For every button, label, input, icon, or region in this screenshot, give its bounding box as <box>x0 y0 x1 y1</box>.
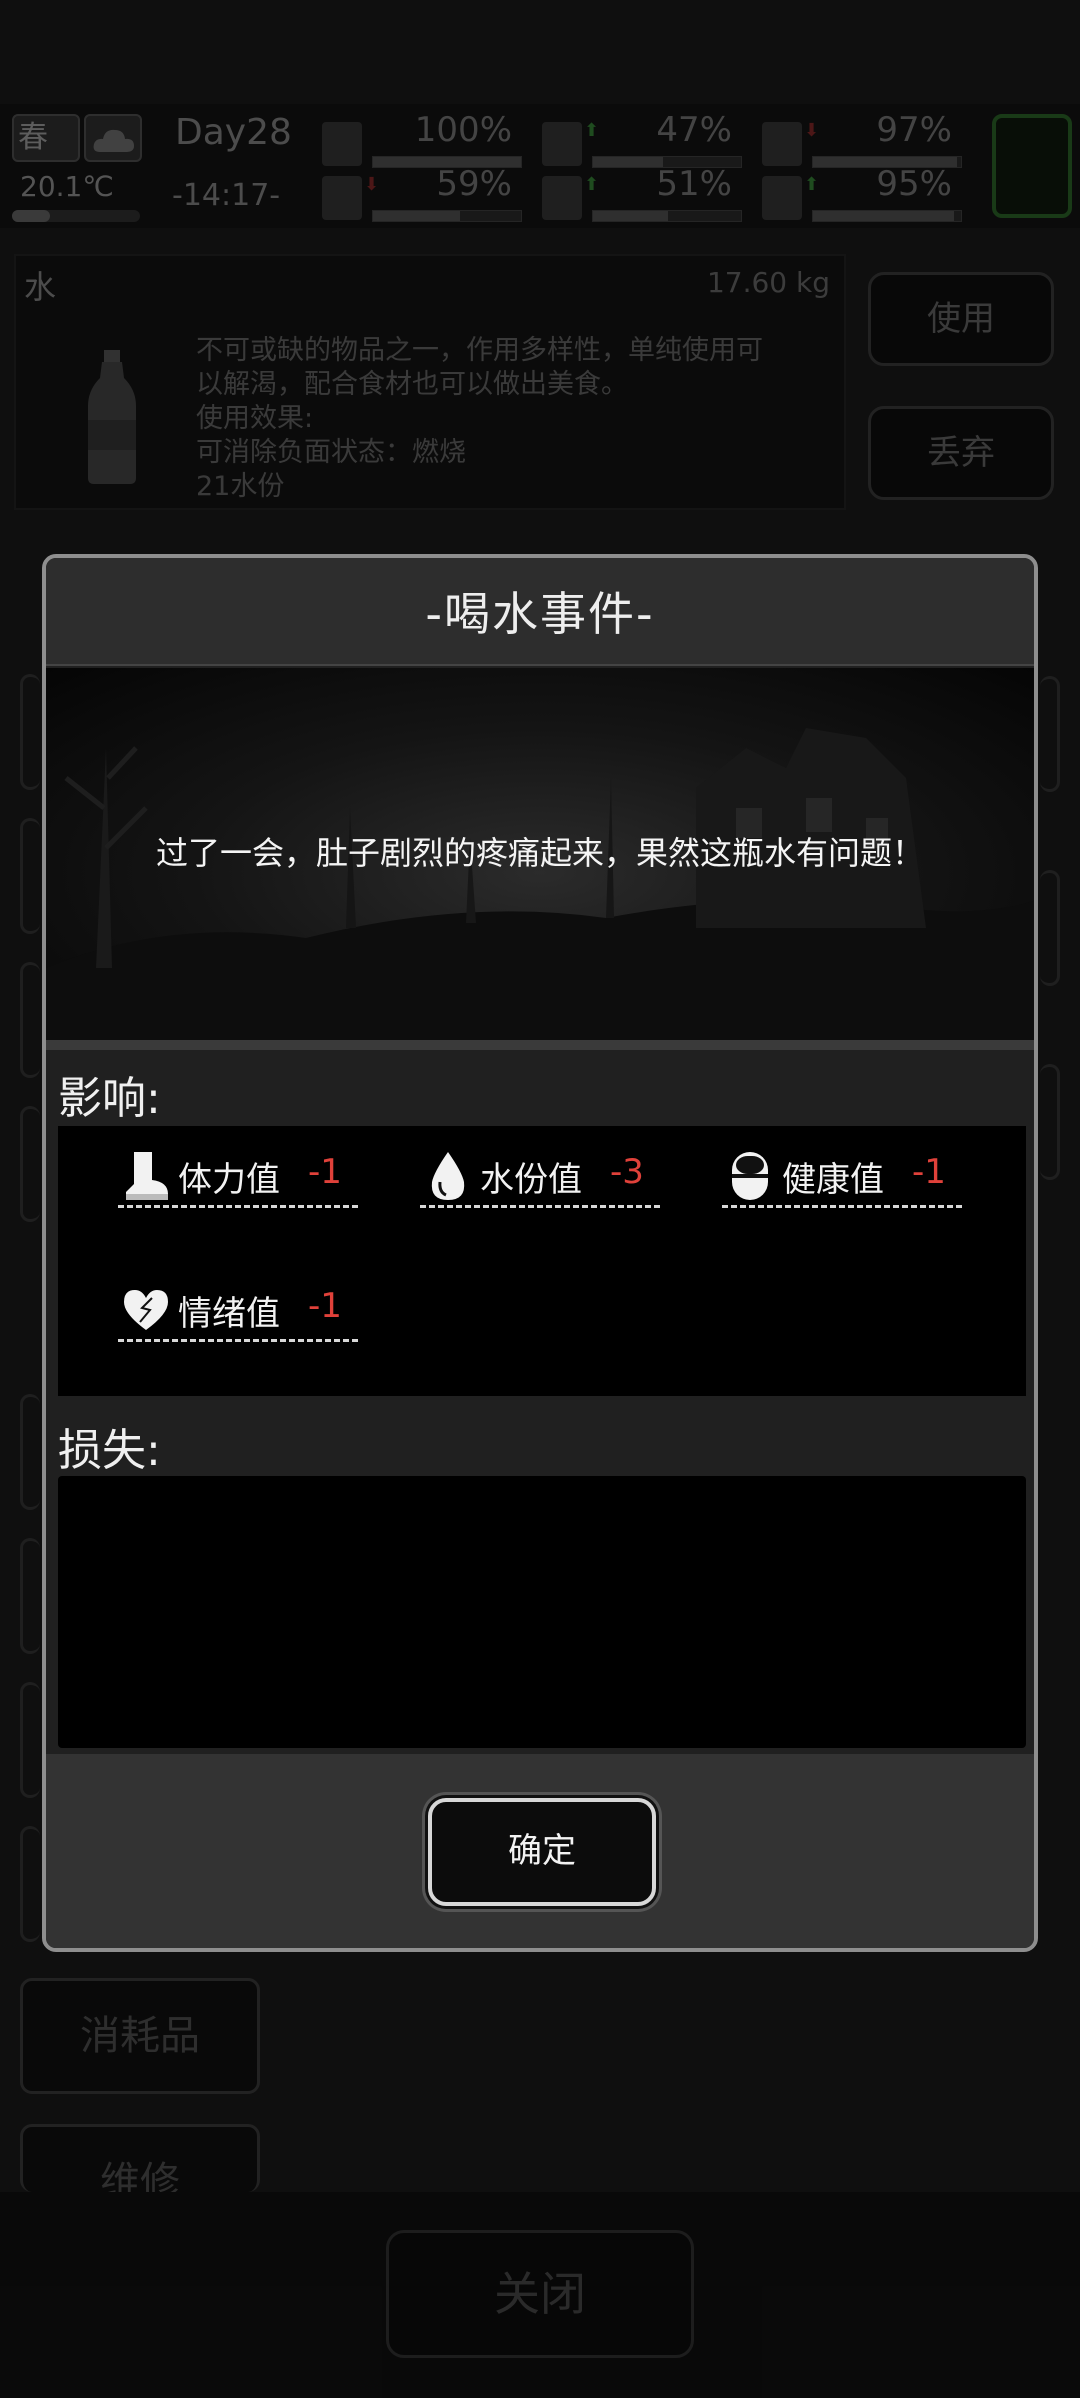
pill-icon <box>732 1152 768 1200</box>
effect-value: -3 <box>610 1152 644 1192</box>
effect-label: 情绪值 <box>178 1294 280 1334</box>
effect-health: 健康值 -1 <box>722 1146 962 1208</box>
loss-heading: 损失: <box>58 1425 161 1476</box>
event-dialog: -喝水事件- 过了一会，肚子剧烈的疼痛起来，果然这瓶水有问题！ 影响: 体力值 … <box>42 554 1038 1952</box>
boot-icon <box>126 1152 168 1200</box>
dialog-header: -喝水事件- <box>46 558 1034 666</box>
confirm-button[interactable]: 确定 <box>428 1798 656 1906</box>
effect-label: 水份值 <box>480 1160 582 1200</box>
event-message: 过了一会，肚子剧烈的疼痛起来，果然这瓶水有问题！ <box>155 834 924 872</box>
effect-water: 水份值 -3 <box>420 1146 660 1208</box>
event-scene-image: 过了一会，肚子剧烈的疼痛起来，果然这瓶水有问题！ <box>46 668 1034 1040</box>
effects-heading: 影响: <box>58 1073 161 1124</box>
effects-panel: 体力值 -1 水份值 -3 健康值 -1 情绪值 -1 <box>58 1126 1026 1396</box>
effect-label: 体力值 <box>178 1160 280 1200</box>
heart-icon <box>124 1290 168 1330</box>
water-drop-icon <box>431 1152 465 1200</box>
effect-label: 健康值 <box>782 1160 884 1200</box>
effect-stamina: 体力值 -1 <box>118 1146 358 1208</box>
effect-value: -1 <box>912 1152 946 1192</box>
effect-mood: 情绪值 -1 <box>118 1280 358 1342</box>
effect-value: -1 <box>308 1152 342 1192</box>
dialog-title: -喝水事件- <box>425 587 655 641</box>
effect-value: -1 <box>308 1286 342 1326</box>
divider <box>46 1040 1034 1050</box>
loss-panel <box>58 1476 1026 1748</box>
